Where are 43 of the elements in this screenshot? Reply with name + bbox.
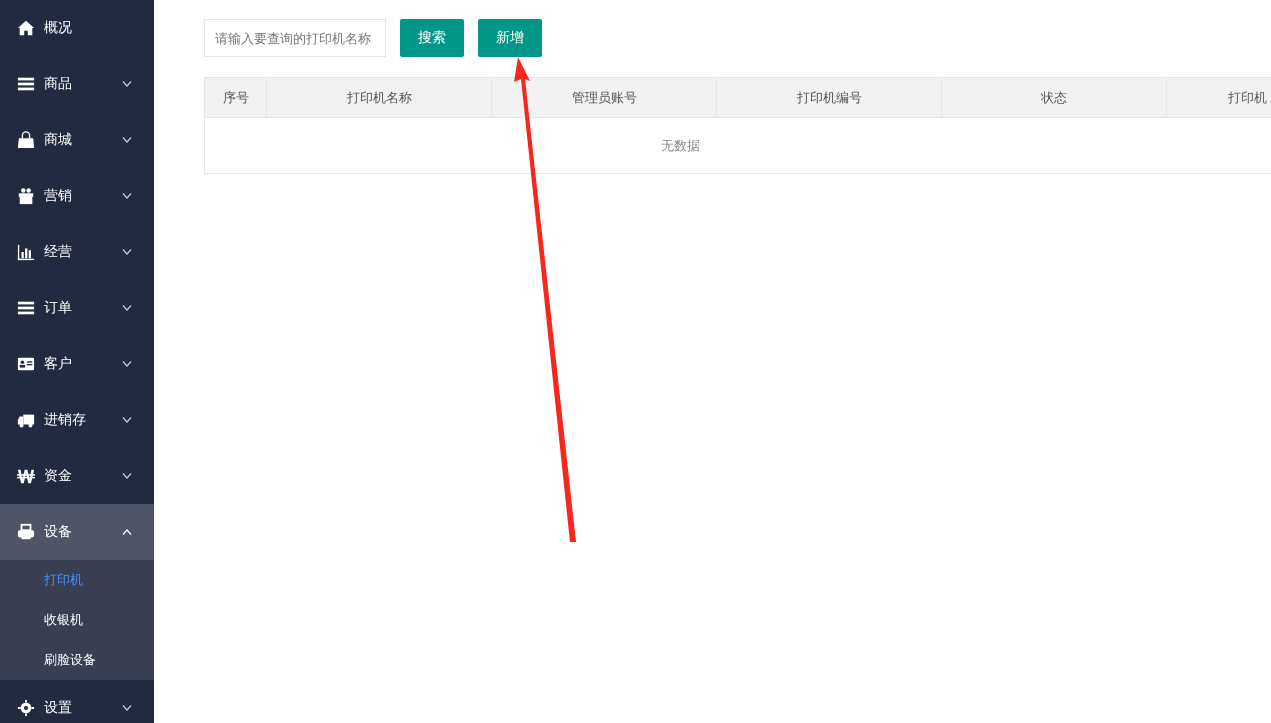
menu-item[interactable]: 设备 (0, 504, 154, 560)
home-icon (16, 19, 36, 37)
list-icon (16, 299, 36, 317)
menu-item[interactable]: 概况 (0, 0, 154, 56)
search-field[interactable]: 请输入要查询的打印机名称 (204, 19, 386, 57)
menu-label: 客户 (44, 355, 73, 373)
empty-message: 无数据 (660, 136, 700, 155)
menu-label: 商城 (44, 131, 73, 149)
menu-item[interactable]: 商城 (0, 112, 154, 168)
column-header: 打印机名称 (267, 78, 492, 117)
column-header: 打印机 (1167, 78, 1271, 117)
menu-item[interactable]: 资金 (0, 448, 154, 504)
submenu-item[interactable]: 刷脸设备 (0, 640, 154, 680)
menu-item[interactable]: 订单 (0, 280, 154, 336)
search-button[interactable]: 搜索 (400, 19, 464, 57)
menu-item[interactable]: 商品 (0, 56, 154, 112)
menu-item[interactable]: 客户 (0, 336, 154, 392)
column-header: 状态 (942, 78, 1167, 117)
add-button[interactable]: 新增 (478, 19, 542, 57)
currency-icon (16, 467, 36, 485)
menu-label: 订单 (44, 299, 73, 317)
menu-item[interactable]: 营销 (0, 168, 154, 224)
menu-item[interactable]: 经营 (0, 224, 154, 280)
menu-label: 营销 (44, 187, 73, 205)
menu-item[interactable]: 设置 (0, 680, 154, 723)
column-header: 打印机编号 (717, 78, 942, 117)
settings-icon (16, 699, 36, 717)
menu-item[interactable]: 进销存 (0, 392, 154, 448)
menu-label: 进销存 (44, 411, 87, 429)
submenu-item[interactable]: 收银机 (0, 600, 154, 640)
column-header: 序号 (205, 78, 267, 117)
shopping-bag-icon (16, 131, 36, 149)
menu-label: 商品 (44, 75, 73, 93)
printer-icon (16, 523, 36, 541)
gift-icon (16, 187, 36, 205)
menu-label: 设备 (44, 523, 73, 541)
menu-label: 经营 (44, 243, 73, 261)
bar-chart-icon (16, 243, 36, 261)
menu-label: 设置 (44, 699, 73, 717)
menu-label: 资金 (44, 467, 73, 485)
menu-label: 概况 (44, 19, 73, 37)
list-icon (16, 75, 36, 93)
contact-card-icon (16, 355, 36, 373)
